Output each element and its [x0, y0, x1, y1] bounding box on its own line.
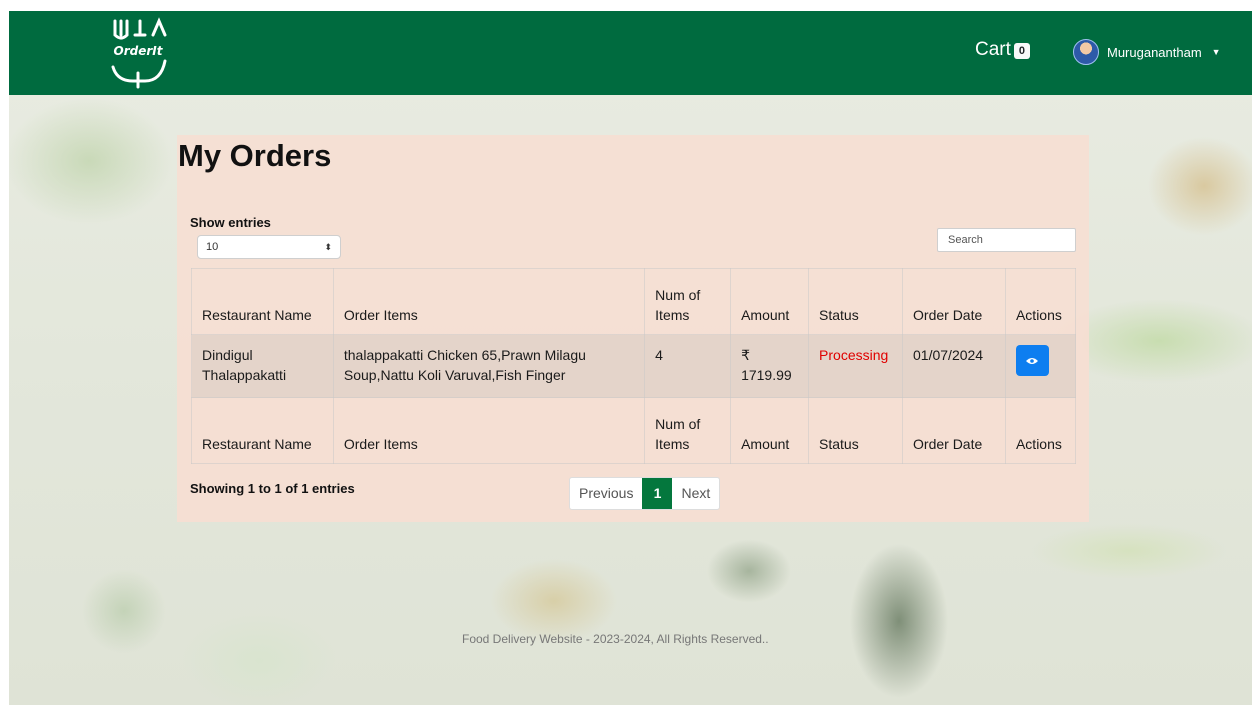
- column-footer-amount: Amount: [730, 397, 810, 464]
- cell-restaurant: Dindigul Thalappakatti: [191, 334, 334, 398]
- column-header-num-items[interactable]: Num of Items: [644, 268, 732, 335]
- search-input[interactable]: [937, 228, 1076, 252]
- orderit-logo[interactable]: OrderIt: [107, 17, 169, 89]
- navbar: OrderIt Cart 0 Muruganantham ▼: [9, 11, 1252, 95]
- column-header-amount[interactable]: Amount: [730, 268, 810, 335]
- select-updown-icon: ⬍: [324, 241, 332, 252]
- pagination-previous-button[interactable]: Previous: [570, 478, 642, 509]
- pagination: Previous 1 Next: [569, 477, 721, 510]
- table-header-row: Restaurant Name Order Items Num of Items…: [191, 268, 1077, 335]
- cell-order-items: thalappakatti Chicken 65,Prawn Milagu So…: [332, 334, 646, 398]
- column-footer-restaurant: Restaurant Name: [191, 397, 334, 464]
- pagination-next-button[interactable]: Next: [672, 478, 719, 509]
- pagination-page-1[interactable]: 1: [642, 478, 673, 509]
- user-name: Muruganantham: [1107, 44, 1202, 60]
- table-row: Dindigul Thalappakatti thalappakatti Chi…: [191, 334, 1077, 398]
- column-footer-num-items: Num of Items: [644, 397, 732, 464]
- column-footer-order-date: Order Date: [902, 397, 1006, 464]
- user-menu-dropdown[interactable]: Muruganantham ▼: [1073, 39, 1221, 65]
- entries-select-value: 10: [206, 241, 219, 253]
- cell-order-date: 01/07/2024: [902, 334, 1006, 398]
- orders-table: Restaurant Name Order Items Num of Items…: [191, 268, 1077, 464]
- caret-down-icon: ▼: [1211, 47, 1221, 57]
- view-order-button[interactable]: [1015, 345, 1049, 376]
- user-avatar: [1073, 39, 1099, 65]
- entries-per-page-select[interactable]: 10 ⬍: [197, 235, 341, 259]
- cell-status: Processing: [808, 334, 904, 398]
- cart-count-badge: 0: [1013, 43, 1031, 59]
- column-footer-status: Status: [808, 397, 904, 464]
- show-entries-label: Show entries: [190, 215, 271, 230]
- logo-text: OrderIt: [114, 44, 164, 58]
- orders-card: My Orders Show entries 10 ⬍ Restaurant N…: [177, 135, 1089, 522]
- cell-actions: [1004, 334, 1077, 398]
- column-footer-order-items: Order Items: [332, 397, 646, 464]
- column-header-order-items[interactable]: Order Items: [332, 268, 646, 335]
- column-footer-actions: Actions: [1004, 397, 1077, 464]
- cell-amount: ₹ 1719.99: [730, 334, 810, 398]
- cart-label: Cart: [975, 39, 1011, 60]
- footer-text: Food Delivery Website - 2023-2024, All R…: [462, 632, 769, 646]
- page-title: My Orders: [178, 138, 332, 173]
- eye-icon: [1026, 357, 1039, 364]
- column-header-order-date[interactable]: Order Date: [902, 268, 1006, 335]
- table-footer-row: Restaurant Name Order Items Num of Items…: [191, 397, 1077, 464]
- page-background: OrderIt Cart 0 Muruganantham ▼ My Orders…: [9, 11, 1252, 705]
- cart-link[interactable]: Cart 0: [975, 31, 1031, 61]
- showing-entries-info: Showing 1 to 1 of 1 entries: [190, 481, 355, 496]
- column-header-restaurant[interactable]: Restaurant Name: [191, 268, 334, 335]
- column-header-actions[interactable]: Actions: [1004, 268, 1077, 335]
- cell-num-items: 4: [644, 334, 732, 398]
- column-header-status[interactable]: Status: [808, 268, 904, 335]
